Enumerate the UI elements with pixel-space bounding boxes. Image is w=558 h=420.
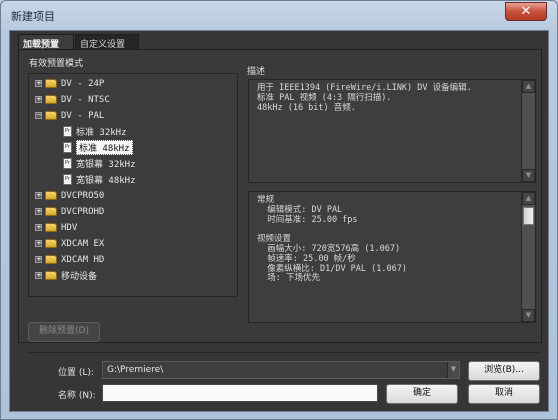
location-value: G:\Premiere\ xyxy=(107,365,164,375)
folder-icon xyxy=(45,191,57,200)
scroll-thumb[interactable] xyxy=(523,207,534,225)
tree-node-dvcprohd[interactable]: + DVCPROHD xyxy=(35,205,104,218)
tree-node-label: XDCAM HD xyxy=(61,254,105,265)
tree-node-label: DV - PAL xyxy=(61,110,105,121)
scroll-down-icon[interactable]: ▼ xyxy=(522,309,535,322)
close-button[interactable]: ✕ xyxy=(505,2,547,21)
preset-file-icon: Pr xyxy=(63,174,72,185)
tree-node-hdv[interactable]: + HDV xyxy=(35,221,77,234)
tree-node-mobile-devices[interactable]: + 移动设备 xyxy=(35,269,97,282)
cancel-button[interactable]: 取消 xyxy=(468,384,540,404)
folder-icon xyxy=(45,271,57,280)
tree-node-label: XDCAM EX xyxy=(61,238,105,249)
dialog-client-area: 加载预置 自定义设置 有效预置模式 描述 + DV - 24P + DV - N… xyxy=(9,30,549,412)
tree-node-xdcam-hd[interactable]: + XDCAM HD xyxy=(35,253,104,266)
name-input[interactable] xyxy=(102,384,378,402)
expand-icon[interactable]: + xyxy=(35,208,42,215)
preset-file-icon: Pr xyxy=(63,158,72,169)
tree-node-xdcam-ex[interactable]: + XDCAM EX xyxy=(35,237,104,250)
tree-node-dvcpro50[interactable]: + DVCPRO50 xyxy=(35,189,104,202)
dropdown-arrow-icon[interactable]: ▼ xyxy=(447,362,459,378)
folder-icon xyxy=(45,79,57,88)
preset-tree: + DV - 24P + DV - NTSC − DV - PAL Pr 标准 … xyxy=(28,73,238,297)
preset-file-icon: Pr xyxy=(63,126,72,137)
tab-custom-settings[interactable]: 自定义设置 xyxy=(75,34,139,50)
scroll-up-icon[interactable]: ▲ xyxy=(522,80,535,93)
preset-file-icon: Pr xyxy=(63,142,72,153)
folder-icon xyxy=(45,95,57,104)
expand-icon[interactable]: + xyxy=(35,224,42,231)
folder-icon xyxy=(45,207,57,216)
folder-icon xyxy=(45,255,57,264)
new-project-dialog: 新建项目 ✕ 加载预置 自定义设置 有效预置模式 描述 + DV - 24P +… xyxy=(0,0,558,420)
tree-node-widescreen-32khz[interactable]: Pr 宽银幕 32kHz xyxy=(63,157,136,170)
available-presets-label: 有效预置模式 xyxy=(29,59,84,69)
tree-node-dv-24p[interactable]: + DV - 24P xyxy=(35,77,104,90)
dialog-title: 新建项目 xyxy=(11,10,55,23)
tree-node-label: 标准 32kHz xyxy=(76,128,127,138)
location-label: 位置 (L): xyxy=(58,368,94,378)
tree-node-widescreen-48khz[interactable]: Pr 宽银幕 48kHz xyxy=(63,173,136,186)
description-label: 描述 xyxy=(247,67,266,77)
ok-button[interactable]: 确定 xyxy=(386,384,458,404)
expand-icon[interactable]: + xyxy=(35,240,42,247)
tree-node-label: DV - NTSC xyxy=(61,94,110,105)
tree-node-label: DV - 24P xyxy=(61,78,105,89)
tree-node-dv-ntsc[interactable]: + DV - NTSC xyxy=(35,93,110,106)
description-scrollbar[interactable]: ▲ ▼ xyxy=(521,80,535,182)
tree-node-label: HDV xyxy=(61,222,78,233)
description-text: 用于 IEEE1394 (FireWire/i.LINK) DV 设备编辑. 标… xyxy=(257,83,472,113)
expand-icon[interactable]: + xyxy=(35,192,42,199)
expand-icon[interactable]: + xyxy=(35,96,42,103)
folder-icon xyxy=(45,223,57,232)
collapse-icon[interactable]: − xyxy=(35,112,42,119)
open-folder-icon xyxy=(45,111,57,120)
tree-node-label: DVCPRO50 xyxy=(61,190,105,201)
tree-node-label: DVCPROHD xyxy=(61,206,105,217)
settings-summary-text: 常规 编辑模式: DV PAL 时间基准: 25.00 fps 视频设置 画幅大… xyxy=(257,195,407,284)
tree-node-label: 宽银幕 32kHz xyxy=(76,160,136,170)
scroll-up-icon[interactable]: ▲ xyxy=(522,192,535,205)
expand-icon[interactable]: + xyxy=(35,256,42,263)
location-field[interactable]: G:\Premiere\ ▼ xyxy=(102,361,460,379)
browse-button[interactable]: 浏览(B)... xyxy=(468,361,540,381)
folder-icon xyxy=(45,239,57,248)
tree-node-label: 标准 48kHz xyxy=(76,140,133,155)
tree-node-standard-32khz[interactable]: Pr 标准 32kHz xyxy=(63,125,127,138)
tree-node-dv-pal[interactable]: − DV - PAL xyxy=(35,109,104,122)
summary-scrollbar[interactable]: ▲ ▼ xyxy=(521,192,535,322)
tab-load-preset[interactable]: 加载预置 xyxy=(18,34,74,50)
tree-node-standard-48khz[interactable]: Pr 标准 48kHz xyxy=(63,140,133,155)
separator xyxy=(28,352,540,353)
expand-icon[interactable]: + xyxy=(35,272,42,279)
title-bar: 新建项目 ✕ xyxy=(1,1,557,29)
expand-icon[interactable]: + xyxy=(35,80,42,87)
scroll-down-icon[interactable]: ▼ xyxy=(522,169,535,182)
settings-summary-box: 常规 编辑模式: DV PAL 时间基准: 25.00 fps 视频设置 画幅大… xyxy=(248,191,536,323)
delete-preset-button[interactable]: 删除预置(D) xyxy=(28,322,100,342)
name-label: 名称 (N): xyxy=(58,391,96,401)
tree-node-label: 宽银幕 48kHz xyxy=(76,176,136,186)
description-box: 用于 IEEE1394 (FireWire/i.LINK) DV 设备编辑. 标… xyxy=(248,79,536,183)
tree-node-label: 移动设备 xyxy=(61,272,98,282)
